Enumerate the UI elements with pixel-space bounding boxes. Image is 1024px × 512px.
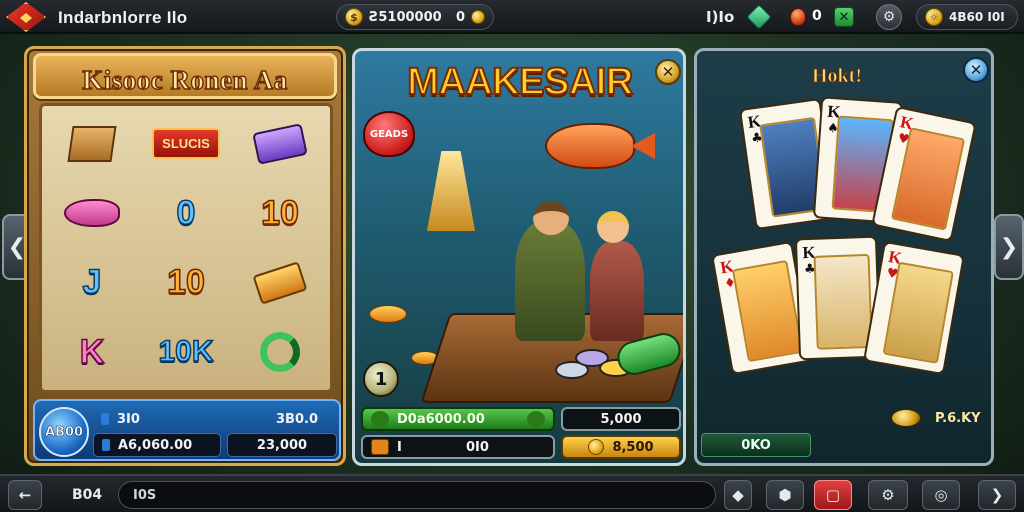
cash-stack-icon — [252, 122, 308, 165]
small-fish-icon — [369, 305, 407, 323]
gold-bar-icon — [252, 261, 308, 305]
coin-stack-icon — [371, 411, 389, 427]
gem-count: 0 — [812, 8, 822, 24]
bottom-left-label: B04 — [72, 487, 103, 503]
playing-card[interactable]: K ♥ — [863, 240, 965, 376]
slot-footer: AB00 3I0 3B0.0 A6,060.00 23,000 — [33, 399, 341, 461]
chat-input-value: I0S — [133, 487, 157, 503]
reel-symbol-k: K — [79, 332, 105, 371]
reel-grid[interactable]: SLUCIS 0 10 J 10 K 10K — [39, 103, 333, 393]
settings-round-icon[interactable]: ⚙ — [876, 4, 902, 30]
fish-icon — [64, 199, 120, 228]
coin-small-icon — [471, 10, 485, 24]
bet-icon — [101, 413, 109, 425]
coin-gold-icon: ☼ — [925, 8, 943, 26]
woman-illustration — [590, 241, 644, 341]
round-number[interactable]: 1 — [363, 361, 399, 397]
treasure-box-icon — [67, 125, 117, 162]
close-green-icon[interactable]: ✕ — [834, 7, 854, 27]
card-title: Hokt! — [812, 65, 863, 88]
fisherman-illustration — [515, 221, 585, 341]
reel-symbol-cash — [234, 110, 326, 178]
coin-icon — [588, 439, 605, 455]
footer-row2-right: 23,000 — [227, 433, 337, 457]
bottom-bar: ← B04 I0S ◆ ⬢ ▢ ⚙ ◎ ❯ — [0, 474, 1024, 512]
app-title: Indarbnlorre Ilo — [58, 8, 188, 27]
diamond-icon[interactable]: ◆ — [724, 480, 752, 510]
orange-square-icon — [371, 439, 389, 455]
chat-input[interactable]: I0S — [118, 481, 716, 509]
back-arrow-icon[interactable]: ← — [8, 480, 42, 510]
stop-icon[interactable]: ▢ — [814, 480, 852, 510]
card-panel: Hokt! ✕ K ♣ K ♠ K ♥ K ♦ K ♣ K ♥ P.6.KY 0… — [694, 48, 994, 466]
red-badge[interactable]: GEADS — [363, 111, 415, 157]
mid-bottom-left-glyph: I — [397, 439, 402, 455]
right-bottom-bar[interactable]: 0KO — [701, 433, 811, 457]
coin-icon: $ — [345, 8, 363, 26]
next-arrow-icon[interactable]: ❯ — [994, 214, 1024, 280]
balance-value: Ƨ5100000 — [369, 9, 442, 25]
balance-pill[interactable]: $ Ƨ5100000 0 — [336, 4, 494, 30]
coin-pill-value: 4B60 I0I — [949, 10, 1005, 24]
footer-row2-left: A6,060.00 — [93, 433, 221, 457]
balance-zero: 0 — [455, 9, 465, 25]
coin-stack-icon — [891, 409, 921, 427]
close-icon[interactable]: ✕ — [963, 57, 989, 83]
mid-dark-bar: 5,000 — [561, 407, 681, 431]
slots-badge: SLUCIS — [152, 128, 220, 160]
spin-button[interactable]: AB00 — [39, 407, 89, 457]
reel-symbol-j: J — [82, 263, 102, 302]
gear-icon[interactable]: ⚙ — [868, 480, 908, 510]
mid-gold-bar-value: 8,500 — [612, 439, 654, 455]
footer-row2-left-value: A6,060.00 — [118, 437, 193, 453]
footer-row1-left-value: 3I0 — [117, 411, 140, 427]
mid-green-bar-value: D0a6000.00 — [397, 411, 485, 427]
right-label: P.6.KY — [935, 411, 981, 426]
mid-bottom-left-bar[interactable]: I 0I0 — [361, 435, 555, 459]
reel-symbol-fish — [46, 180, 138, 248]
reel-symbol-10: 10 — [260, 193, 299, 232]
swirl-icon — [260, 332, 300, 373]
reel-symbol-0: 0 — [176, 193, 196, 232]
mid-gold-bar[interactable]: 8,500 — [561, 435, 681, 459]
footer-row1-right: 3B0.0 — [276, 411, 318, 427]
reel-symbol-10b: 10 — [166, 263, 205, 302]
reel-symbol-swirl — [234, 319, 326, 387]
close-icon[interactable]: ✕ — [655, 59, 681, 85]
forward-icon[interactable]: ❯ — [978, 480, 1016, 510]
mid-bottom-left-value: 0I0 — [465, 439, 489, 455]
app-logo[interactable] — [6, 2, 46, 32]
top-bar: Indarbnlorre Ilo $ Ƨ5100000 0 I)Io 0 ✕ ⚙… — [0, 0, 1024, 34]
gem-icon[interactable] — [746, 4, 772, 30]
fisherman-head — [533, 201, 569, 235]
lamp-icon — [427, 151, 475, 231]
card-art — [731, 259, 804, 363]
footer-row1-left: 3I0 — [93, 407, 213, 431]
reel-symbol-bar — [234, 249, 326, 317]
fish-illustration-icon — [545, 123, 635, 169]
reel-symbol-box — [46, 110, 138, 178]
total-icon — [102, 439, 110, 451]
card-art — [813, 253, 873, 350]
coin-pill[interactable]: ☼ 4B60 I0I — [916, 4, 1018, 30]
reel-symbol-badge: SLUCIS — [140, 110, 232, 178]
slot-title: Kisooc Ronen Aa — [82, 64, 288, 95]
mid-green-bar[interactable]: D0a6000.00 — [361, 407, 555, 431]
left-status: I)Io — [706, 8, 735, 26]
shield-icon[interactable]: ⬢ — [766, 480, 804, 510]
slot-title-plate: Kisooc Ronen Aa — [33, 53, 337, 99]
fishing-panel: MAAKESAIR ✕ GEADS 1 D0a6000.00 5,000 I 0… — [352, 48, 686, 466]
target-icon[interactable]: ◎ — [922, 480, 960, 510]
woman-head — [597, 211, 629, 243]
leaf-icon — [527, 411, 545, 427]
ruby-icon[interactable] — [790, 8, 806, 26]
slot-panel: Kisooc Ronen Aa SLUCIS 0 10 J 10 K 10K A… — [24, 46, 346, 466]
fishing-title: MAAKESAIR — [406, 60, 634, 104]
reel-symbol-10k: 10K — [158, 335, 215, 369]
